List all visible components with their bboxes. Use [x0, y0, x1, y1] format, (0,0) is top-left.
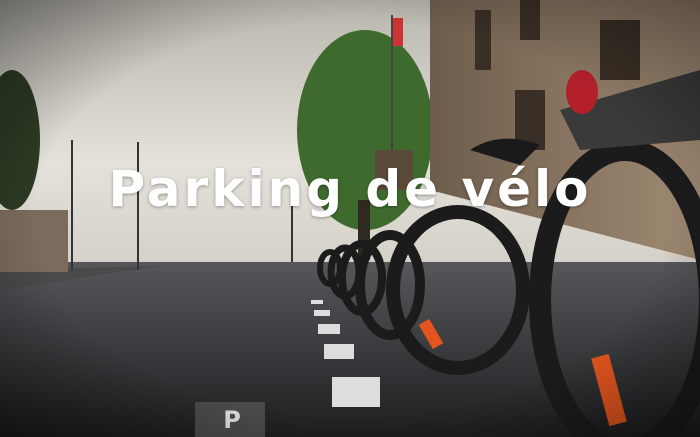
title-overlay: Parking de vélo [108, 160, 592, 218]
vignette [0, 0, 700, 437]
photo-bicycle-parking: P [0, 0, 700, 437]
